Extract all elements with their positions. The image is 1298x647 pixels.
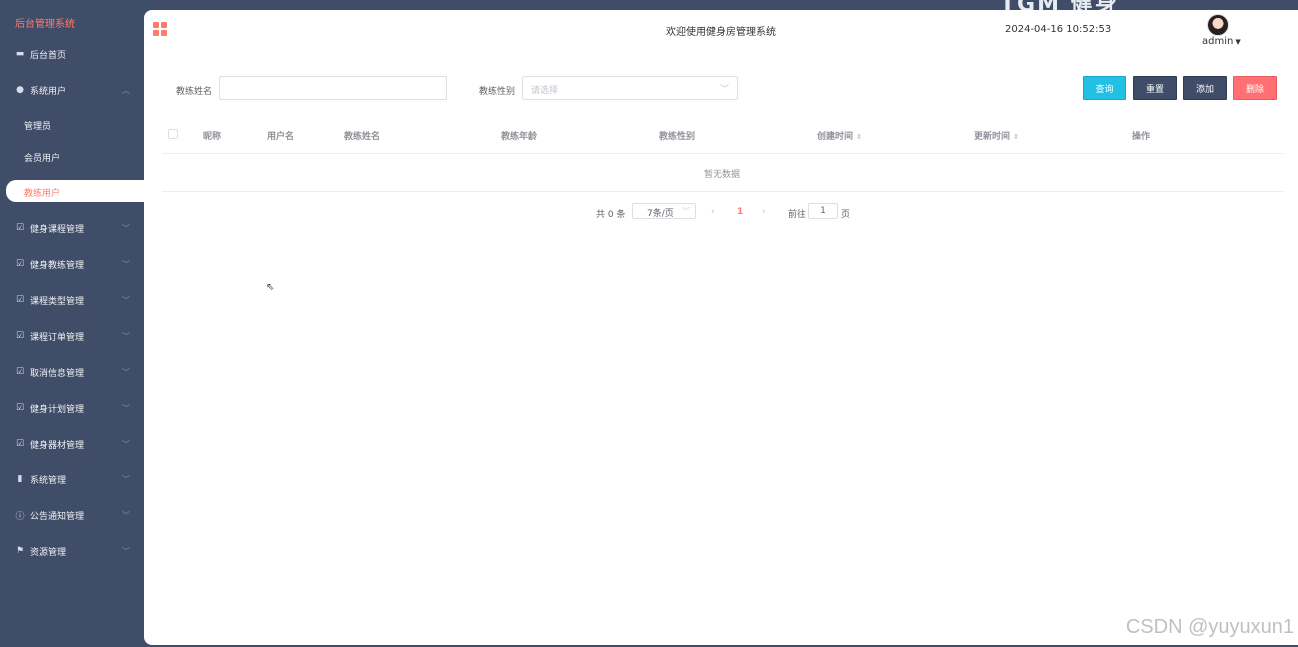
sidebar-item-course-types[interactable]: ☑ 课程类型管理 ﹀: [0, 290, 144, 310]
reset-button[interactable]: 重置: [1133, 76, 1177, 100]
add-button[interactable]: 添加: [1183, 76, 1227, 100]
sidebar-item-system-users[interactable]: ● 系统用户 ︿: [0, 80, 144, 100]
sidebar-item-label: 公告通知管理: [30, 511, 85, 522]
chevron-down-icon: ﹀: [682, 207, 690, 216]
delete-button[interactable]: 删除: [1233, 76, 1277, 100]
sidebar-item-label: 系统管理: [30, 475, 67, 486]
chevron-down-icon: ﹀: [122, 510, 130, 520]
goto-page-input[interactable]: 1: [808, 203, 838, 219]
sidebar-item-label: 资源管理: [30, 547, 67, 558]
sidebar-item-label: 健身器材管理: [30, 440, 85, 451]
column-header-label: 创建时间: [817, 132, 854, 142]
checkbox-icon: ☑: [15, 259, 25, 269]
coach-gender-label: 教练性别: [479, 87, 516, 97]
table-divider: [162, 191, 1284, 192]
sidebar-item-label: 课程订单管理: [30, 332, 85, 343]
page-size-value: 7条/页: [647, 209, 674, 219]
chevron-down-icon: ﹀: [122, 367, 130, 377]
page-unit-label: 页: [841, 210, 851, 220]
datetime: 2024-04-16 10:52:53: [1005, 24, 1112, 35]
chevron-down-icon: ﹀: [122, 546, 130, 556]
bar-chart-icon: ▮: [17, 474, 23, 484]
column-header-label: 更新时间: [974, 132, 1011, 142]
chevron-down-icon: ﹀: [719, 85, 729, 95]
column-header: 昵称: [203, 132, 222, 142]
chevron-down-icon: ﹀: [122, 223, 130, 233]
column-header: 用户名: [267, 132, 295, 142]
sidebar-item-label: 课程类型管理: [30, 296, 85, 307]
avatar[interactable]: [1207, 14, 1229, 36]
info-icon: ⓘ: [15, 511, 25, 522]
sidebar-item-system[interactable]: ▮ 系统管理 ﹀: [0, 469, 144, 489]
prev-page-icon[interactable]: ‹: [711, 207, 715, 217]
current-page[interactable]: 1: [737, 207, 743, 217]
sidebar-subitem-admin[interactable]: 管理员: [24, 119, 51, 132]
monitor-icon: ▬: [15, 49, 25, 59]
goto-label: 前往: [788, 210, 807, 220]
sidebar-item-equipment[interactable]: ☑ 健身器材管理 ﹀: [0, 434, 144, 454]
chevron-down-icon: ﹀: [122, 403, 130, 413]
sidebar: 后台管理系统 ▬ 后台首页 ● 系统用户 ︿ 管理员 会员用户 教练用户 ☑ 健…: [0, 0, 144, 647]
sidebar-item-label: 健身课程管理: [30, 224, 85, 235]
coach-name-label: 教练姓名: [176, 87, 213, 97]
empty-state-text: 暂无数据: [704, 170, 741, 180]
column-header: 教练姓名: [344, 132, 381, 142]
watermark: CSDN @yuyuxun1: [1125, 616, 1294, 638]
sort-icon[interactable]: ⇳: [856, 133, 862, 141]
sidebar-subitem-members[interactable]: 会员用户: [24, 151, 60, 164]
user-menu[interactable]: admin ▼: [1202, 36, 1241, 47]
sidebar-title: 后台管理系统: [15, 19, 75, 30]
grid-menu-icon[interactable]: [153, 22, 167, 36]
page-size-select[interactable]: 7条/页 ﹀: [632, 203, 696, 219]
sidebar-item-label: 健身教练管理: [30, 260, 85, 271]
sidebar-item-home[interactable]: ▬ 后台首页: [0, 44, 144, 64]
sort-icon[interactable]: ⇳: [1013, 133, 1019, 141]
sidebar-item-cancellations[interactable]: ☑ 取消信息管理 ﹀: [0, 362, 144, 382]
chevron-up-icon: ︿: [122, 85, 130, 95]
user-icon: ●: [16, 85, 24, 95]
flag-icon: ⚑: [15, 546, 25, 556]
chevron-down-icon: ﹀: [122, 439, 130, 449]
sidebar-item-courses[interactable]: ☑ 健身课程管理 ﹀: [0, 218, 144, 238]
username: admin: [1202, 36, 1234, 47]
sidebar-item-resources[interactable]: ⚑ 资源管理 ﹀: [0, 541, 144, 561]
sidebar-subitem-coaches[interactable]: 教练用户: [24, 186, 60, 199]
chevron-down-icon: ﹀: [122, 474, 130, 484]
total-count: 共 0 条: [596, 210, 626, 220]
cropped-banner-text: TGM 健身: [1000, 0, 1220, 10]
query-button[interactable]: 查询: [1083, 76, 1126, 100]
select-all-checkbox[interactable]: [168, 129, 178, 139]
chevron-down-icon: ﹀: [122, 259, 130, 269]
column-header-sortable[interactable]: 更新时间 ⇳: [974, 129, 1019, 142]
sidebar-item-label: 健身计划管理: [30, 404, 85, 415]
welcome-title: 欢迎使用健身房管理系统: [666, 27, 776, 38]
sidebar-item-orders[interactable]: ☑ 课程订单管理 ﹀: [0, 326, 144, 346]
sidebar-item-label: 系统用户: [30, 86, 67, 97]
chevron-down-icon: ﹀: [122, 331, 130, 341]
coach-name-input[interactable]: [219, 76, 447, 100]
sidebar-item-notices[interactable]: ⓘ 公告通知管理 ﹀: [0, 505, 144, 525]
column-header: 教练性别: [659, 132, 696, 142]
checkbox-icon: ☑: [15, 295, 25, 305]
checkbox-icon: ☑: [15, 367, 25, 377]
sidebar-item-label: 取消信息管理: [30, 368, 85, 379]
column-header: 教练年龄: [501, 132, 538, 142]
sidebar-item-label: 后台首页: [30, 50, 67, 61]
checkbox-icon: ☑: [15, 403, 25, 413]
mouse-cursor-icon: ⇖: [266, 282, 275, 293]
next-page-icon[interactable]: ›: [762, 207, 766, 217]
coach-gender-select[interactable]: 请选择 ﹀: [522, 76, 738, 100]
chevron-down-icon: ﹀: [122, 295, 130, 305]
checkbox-icon: ☑: [15, 331, 25, 341]
select-placeholder: 请选择: [531, 86, 559, 96]
checkbox-icon: ☑: [15, 223, 25, 233]
sidebar-item-coaches[interactable]: ☑ 健身教练管理 ﹀: [0, 254, 144, 274]
column-header-sortable[interactable]: 创建时间 ⇳: [817, 129, 862, 142]
checkbox-icon: ☑: [15, 439, 25, 449]
caret-down-icon: ▼: [1235, 38, 1241, 46]
table-divider: [162, 153, 1284, 154]
sidebar-item-plans[interactable]: ☑ 健身计划管理 ﹀: [0, 398, 144, 418]
main-panel: 欢迎使用健身房管理系统 2024-04-16 10:52:53 admin ▼ 教…: [144, 10, 1298, 645]
column-header: 操作: [1132, 132, 1151, 142]
